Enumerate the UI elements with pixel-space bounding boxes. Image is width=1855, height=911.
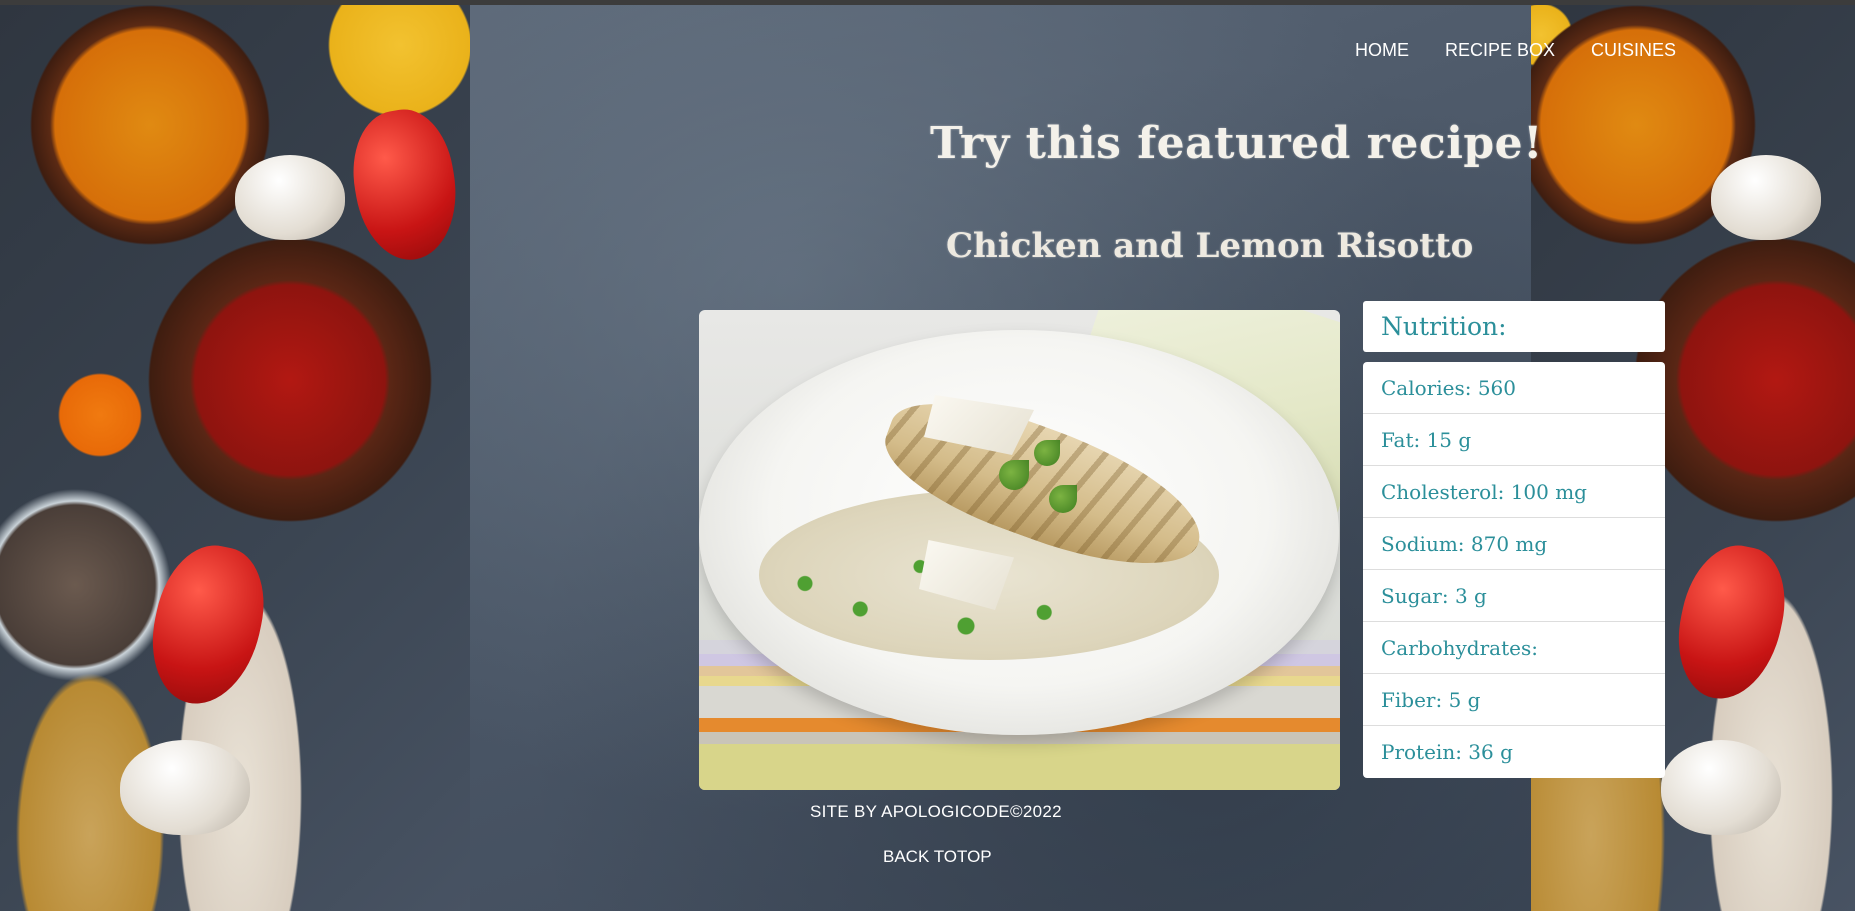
nutrition-item-fat: Fat: 15 g [1363, 414, 1665, 466]
nav-link-home[interactable]: HOME [1355, 40, 1409, 61]
nutrition-item-sugar: Sugar: 3 g [1363, 570, 1665, 622]
nav-link-recipe-box[interactable]: RECIPE BOX [1445, 40, 1555, 61]
nutrition-item-cholesterol: Cholesterol: 100 mg [1363, 466, 1665, 518]
garlic-image [235, 155, 345, 240]
nav-link-cuisines[interactable]: CUISINES [1591, 40, 1676, 61]
garlic-image [120, 740, 250, 835]
nutrition-item-calories: Calories: 560 [1363, 362, 1665, 414]
garlic-image [1661, 740, 1781, 835]
herb-leaf-graphic [1034, 440, 1060, 466]
site-credit: SITE BY APOLOGICODE©2022 [810, 802, 1062, 821]
main-nav: HOME RECIPE BOX CUISINES [1355, 40, 1712, 61]
herb-leaf-graphic [999, 460, 1029, 490]
recipe-name: Chicken and Lemon Risotto [946, 226, 1474, 266]
garlic-image [1711, 155, 1821, 240]
nutrition-item-fiber: Fiber: 5 g [1363, 674, 1665, 726]
red-pepper-image [139, 535, 276, 715]
herb-leaf-graphic [1049, 485, 1077, 513]
spices-background-left [0, 5, 470, 911]
back-to-top-link[interactable]: BACK TOTOP [883, 847, 992, 867]
nutrition-item-sodium: Sodium: 870 mg [1363, 518, 1665, 570]
nutrition-item-protein: Protein: 36 g [1381, 740, 1513, 764]
red-pepper-image [1665, 536, 1797, 709]
nutrition-heading: Nutrition: [1381, 312, 1507, 341]
nutrition-item-carbohydrates: Carbohydrates: [1363, 622, 1665, 674]
nutrition-list: Calories: 560 Fat: 15 g Cholesterol: 100… [1363, 362, 1665, 778]
featured-recipe-heading: Try this featured recipe! [930, 118, 1543, 169]
nutrition-header: Nutrition: [1363, 301, 1665, 352]
recipe-photo [699, 310, 1340, 790]
red-pepper-image [342, 102, 468, 268]
